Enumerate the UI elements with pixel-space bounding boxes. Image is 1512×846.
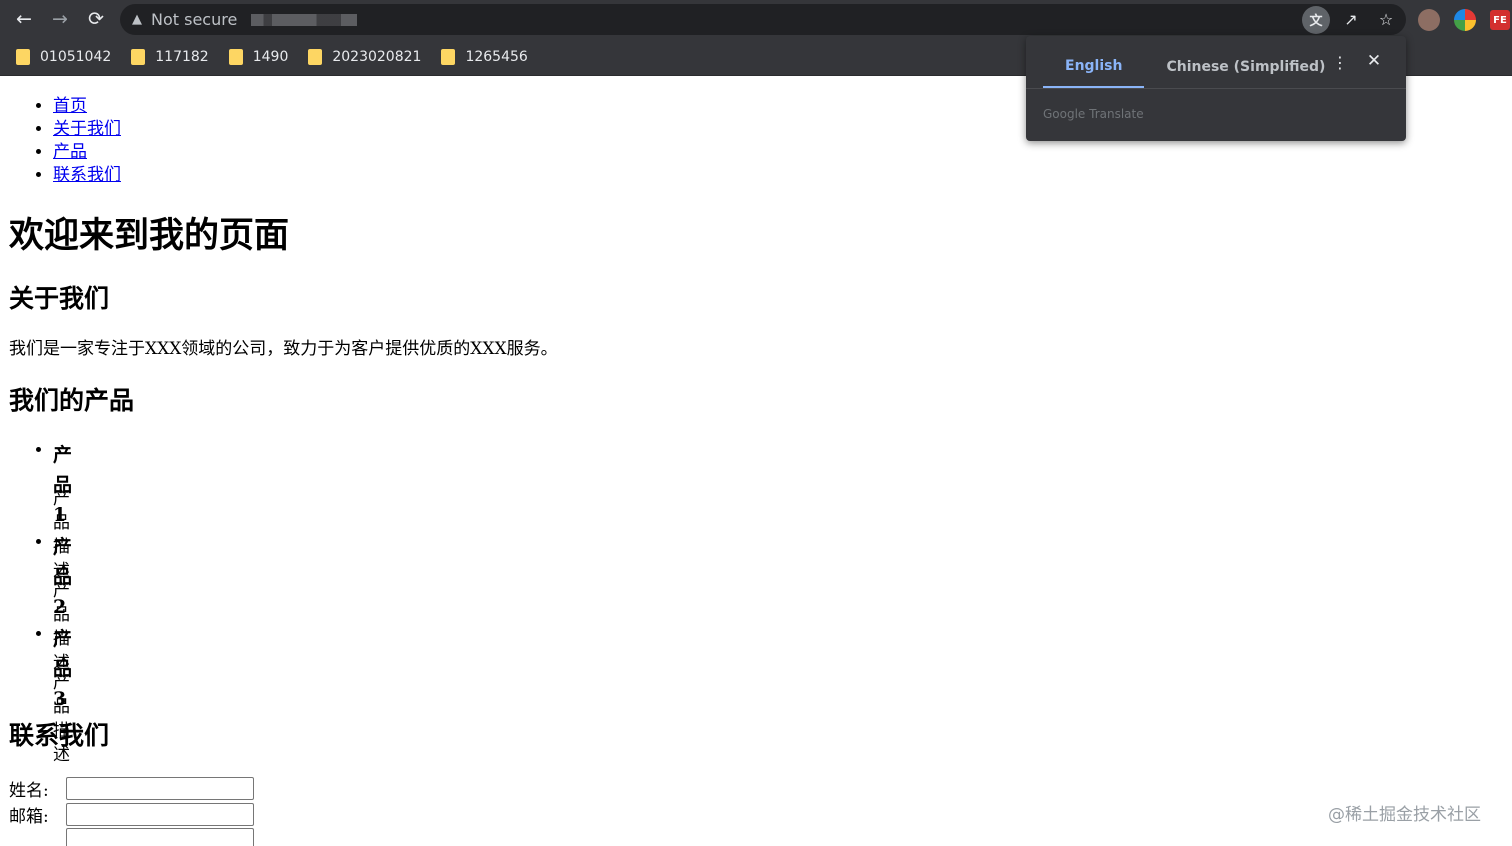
colorful-ball-icon[interactable]	[1454, 9, 1476, 31]
tab-chinese-simplified[interactable]: Chinese (Simplified)	[1144, 46, 1347, 88]
bookmark-item[interactable]: 117182	[131, 48, 209, 65]
email-input[interactable]	[66, 803, 254, 826]
name-input[interactable]	[66, 777, 254, 800]
google-translate-label: Google Translate	[1043, 107, 1144, 121]
warning-icon: ▲	[132, 12, 142, 27]
page-title: 欢迎来到我的页面	[9, 216, 290, 256]
nav-link-contact[interactable]: 联系我们	[53, 165, 121, 185]
tab-english[interactable]: English	[1043, 46, 1145, 88]
bookmark-item[interactable]: 1490	[228, 48, 288, 65]
nav-item: 联系我们	[53, 164, 121, 187]
translate-popup: English Chinese (Simplified) ⋮ ✕ Google …	[1026, 36, 1406, 141]
arrow-left-icon: ←	[16, 8, 32, 30]
nav-link-products[interactable]: 产品	[53, 142, 87, 162]
back-button[interactable]: ←	[6, 0, 42, 38]
divider	[1026, 88, 1406, 89]
nav-item: 产品	[53, 141, 121, 164]
folder-icon	[131, 48, 146, 65]
star-icon[interactable]: ☆	[1372, 6, 1400, 34]
reload-icon: ⟳	[88, 8, 104, 30]
bookmark-item[interactable]: 2023020821	[308, 48, 421, 65]
nav-item: 首页	[53, 95, 121, 118]
contact-heading: 联系我们	[9, 721, 110, 750]
about-text: 我们是一家专注于XXX领域的公司，致力于为客户提供优质的XXX服务。	[9, 339, 558, 359]
site-nav: 首页 关于我们 产品 联系我们	[53, 95, 121, 187]
blurred-url	[251, 13, 358, 26]
omnibox-actions: 文 ↗ ☆	[1302, 4, 1400, 35]
security-status: Not secure	[151, 10, 238, 29]
folder-icon	[441, 48, 456, 65]
browser-toolbar: ← → ⟳ ▲ Not secure 文 ↗ ☆ FE	[0, 0, 1512, 38]
name-row: 姓名:	[9, 776, 254, 801]
owl-icon[interactable]	[1418, 9, 1440, 31]
nav-link-about[interactable]: 关于我们	[53, 119, 121, 139]
message-row	[9, 828, 254, 846]
address-bar[interactable]: ▲ Not secure 文 ↗ ☆	[120, 4, 1406, 35]
share-icon[interactable]: ↗	[1337, 6, 1365, 34]
bookmark-item[interactable]: 01051042	[16, 48, 111, 65]
forward-button[interactable]: →	[42, 0, 78, 38]
nav-link-home[interactable]: 首页	[53, 96, 87, 116]
email-row: 邮箱:	[9, 802, 254, 827]
more-options-icon[interactable]: ⋮	[1328, 50, 1352, 74]
products-heading: 我们的产品	[9, 386, 135, 415]
name-label: 姓名:	[9, 781, 49, 801]
extensions: FE	[1418, 6, 1510, 34]
folder-icon	[228, 48, 243, 65]
nav-item: 关于我们	[53, 118, 121, 141]
close-icon[interactable]: ✕	[1362, 49, 1386, 73]
arrow-right-icon: →	[52, 8, 68, 30]
fe-icon[interactable]: FE	[1490, 10, 1510, 30]
translate-language-tabs: English Chinese (Simplified)	[1043, 46, 1347, 88]
translate-icon[interactable]: 文	[1302, 5, 1330, 34]
folder-icon	[16, 48, 30, 65]
watermark: @稀土掘金技术社区	[1328, 805, 1481, 825]
message-input[interactable]	[66, 828, 254, 846]
page-content: 首页 关于我们 产品 联系我们 欢迎来到我的页面 关于我们 我们是一家专注于XX…	[0, 76, 1512, 846]
folder-icon	[308, 48, 323, 65]
bookmark-item[interactable]: 1265456	[441, 48, 528, 65]
about-heading: 关于我们	[9, 284, 110, 313]
reload-button[interactable]: ⟳	[78, 0, 114, 38]
email-label: 邮箱:	[9, 807, 49, 827]
